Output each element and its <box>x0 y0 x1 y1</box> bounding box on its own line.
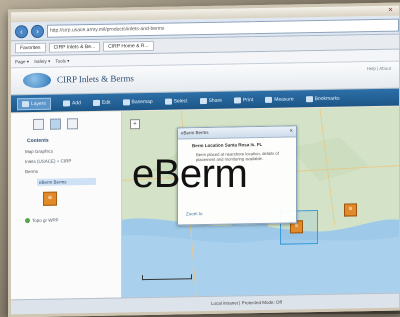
share-icon <box>199 97 207 104</box>
page-menu[interactable]: Page ▾ <box>15 59 29 65</box>
print-icon <box>233 96 241 103</box>
layer-berms[interactable]: Berms <box>25 168 115 174</box>
layer-map-graphics[interactable]: Map Graphics <box>25 148 115 154</box>
layer-eberm-selected[interactable]: eBerm Berms <box>37 177 96 186</box>
popup-subtitle: Berm Location Santa Rosa Is. FL <box>192 142 263 149</box>
popup-zoom-link[interactable]: Zoom to <box>186 211 203 216</box>
layers-sidebar: Contents Map Graphics Inlets (USACE) + C… <box>11 111 122 301</box>
toolbar-label: Print <box>242 96 254 103</box>
toolbar-label: Bookmarks <box>314 95 340 102</box>
edit-icon <box>92 99 100 106</box>
toolbar-select-button[interactable]: Select <box>164 97 188 105</box>
layers-icon <box>22 100 29 107</box>
safety-menu[interactable]: Safety ▾ <box>34 58 50 64</box>
sidebar-tabs <box>11 111 121 131</box>
toolbar-bookmarks-button[interactable]: Bookmarks <box>305 95 340 102</box>
bookmark-icon <box>305 95 313 102</box>
app-logo <box>23 72 51 89</box>
toolbar-layers-button[interactable]: Layers <box>17 97 52 110</box>
toolbar-label: Add <box>72 99 81 106</box>
layer-topo[interactable]: Topo gr WPP <box>25 216 121 224</box>
toolbar-label: Share <box>208 97 222 104</box>
toolbar-label: Basemap <box>131 98 153 105</box>
toolbar-share-button[interactable]: Share <box>199 97 222 104</box>
toolbar-label: Layers <box>31 100 47 107</box>
toolbar-edit-button[interactable]: Edit <box>92 99 111 106</box>
url-field[interactable]: http://cirp.usace.army.mil/products/inle… <box>47 18 399 38</box>
sidebar-tab-contents[interactable] <box>50 118 61 130</box>
basemap-icon <box>122 98 130 105</box>
layer-topo-label: Topo gr WPP <box>32 217 59 224</box>
contents-heading: Contents <box>27 137 49 145</box>
layer-inlets[interactable]: Inlets (USACE) + CIRP <box>25 158 115 164</box>
tab-cirp-home[interactable]: CIRP Home & R... <box>103 40 154 52</box>
tab-favorites[interactable]: Favorites <box>15 42 46 54</box>
sidebar-tab-legend[interactable] <box>33 118 44 131</box>
berm-legend-icon: ≡ <box>43 191 57 206</box>
berm-marker[interactable]: ≡ <box>344 203 357 217</box>
layer-visible-icon <box>25 218 30 224</box>
add-icon <box>63 99 71 106</box>
toolbar-label: Measure <box>274 95 294 103</box>
sidebar-tab-basemap[interactable] <box>67 118 78 130</box>
tab-cirp-inlets[interactable]: CIRP Inlets & Be... <box>48 41 101 53</box>
close-icon[interactable]: ✕ <box>388 7 393 14</box>
page-title: CIRP Inlets & Berms <box>57 73 134 85</box>
overlay-caption: eBerm <box>132 152 248 196</box>
measure-icon <box>265 96 273 103</box>
header-links[interactable]: Help | About <box>367 66 391 71</box>
toolbar-add-button[interactable]: Add <box>63 100 81 106</box>
select-icon <box>164 98 172 105</box>
zoom-in-button[interactable]: + <box>130 119 140 130</box>
toolbar-label: Edit <box>101 99 111 106</box>
map-scale-bar <box>142 274 192 281</box>
popup-header: eBerm Berms × <box>178 126 296 140</box>
toolbar-label: Select <box>173 97 188 105</box>
map-view[interactable]: + ≡ ≡ eBerm Berms × Berm Location Santa … <box>122 106 399 299</box>
toolbar-print-button[interactable]: Print <box>233 96 254 103</box>
back-icon[interactable]: ‹ <box>15 24 28 38</box>
tools-menu[interactable]: Tools ▾ <box>55 58 69 64</box>
popup-close-icon[interactable]: × <box>289 126 293 136</box>
forward-icon[interactable]: › <box>31 24 44 38</box>
toolbar-basemap-button[interactable]: Basemap <box>122 98 153 105</box>
popup-title: eBerm Berms <box>181 129 209 136</box>
toolbar-measure-button[interactable]: Measure <box>265 95 294 103</box>
